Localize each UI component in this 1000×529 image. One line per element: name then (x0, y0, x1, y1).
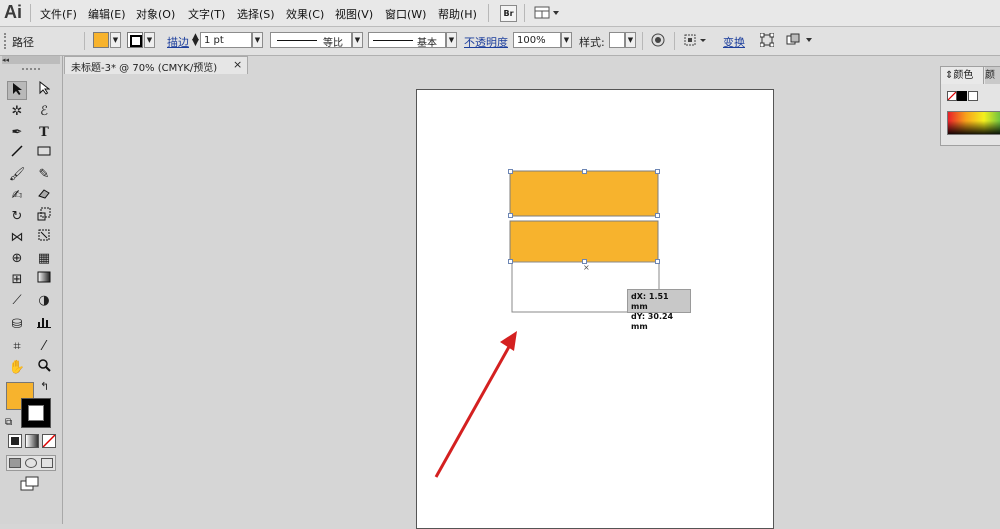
color-tab-label: 颜色 (953, 70, 974, 81)
selection-handle[interactable] (655, 259, 660, 264)
dx-readout: dX: 1.51 mm (631, 292, 669, 311)
selection-handle[interactable] (508, 169, 513, 174)
swatches-tab[interactable]: 颜参 (985, 67, 1000, 84)
none-slash-icon (948, 92, 956, 100)
color-panel: ⇕颜色 颜参 (940, 66, 1000, 146)
white-swatch[interactable] (968, 91, 978, 101)
selection-handle[interactable] (655, 169, 660, 174)
selection-handle[interactable] (508, 259, 513, 264)
dy-readout: dY: 30.24 mm (631, 312, 674, 331)
swatches-tab-label: 颜参 (985, 70, 995, 81)
move-readout-tooltip: dX: 1.51 mm dY: 30.24 mm (627, 289, 691, 331)
none-swatch[interactable] (947, 91, 957, 101)
annotation-arrow (434, 344, 512, 478)
canvas-overlay: × (434, 170, 660, 478)
selection-handle[interactable] (655, 213, 660, 218)
orange-rectangle[interactable] (509, 170, 659, 217)
orange-rectangle-copy[interactable] (509, 220, 659, 263)
center-point-icon: × (583, 263, 590, 272)
selection-handle[interactable] (582, 169, 587, 174)
black-swatch[interactable] (957, 91, 967, 101)
color-spectrum-ramp[interactable] (947, 111, 1000, 135)
selection-handle[interactable] (582, 259, 587, 264)
color-tab[interactable]: ⇕颜色 (941, 67, 984, 84)
selection-handle[interactable] (508, 213, 513, 218)
